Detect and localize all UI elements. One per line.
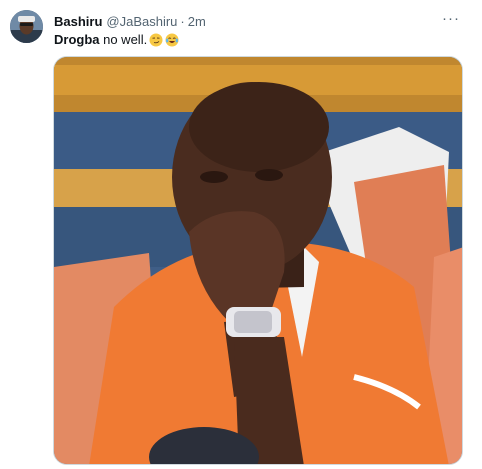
tweet-media-image[interactable]: [53, 56, 463, 465]
tweet-header: Bashiru @JaBashiru · 2m: [54, 12, 472, 30]
face-with-tears-of-joy-icon: [165, 33, 179, 46]
tweet[interactable]: Bashiru @JaBashiru · 2m ··· Drogba no we…: [0, 0, 482, 469]
tweet-text-rest: no well.: [99, 32, 148, 47]
tweet-text-bold: Drogba: [54, 32, 100, 47]
more-options-icon[interactable]: ···: [442, 11, 460, 26]
timestamp[interactable]: 2m: [188, 14, 206, 29]
author-name[interactable]: Bashiru: [54, 14, 102, 29]
tweet-text: Drogba no well.: [54, 32, 179, 47]
separator: ·: [180, 13, 185, 29]
author-handle[interactable]: @JaBashiru: [106, 14, 177, 29]
smirking-face-icon: [149, 33, 163, 46]
media-photo: [54, 57, 462, 464]
avatar[interactable]: [10, 10, 43, 43]
